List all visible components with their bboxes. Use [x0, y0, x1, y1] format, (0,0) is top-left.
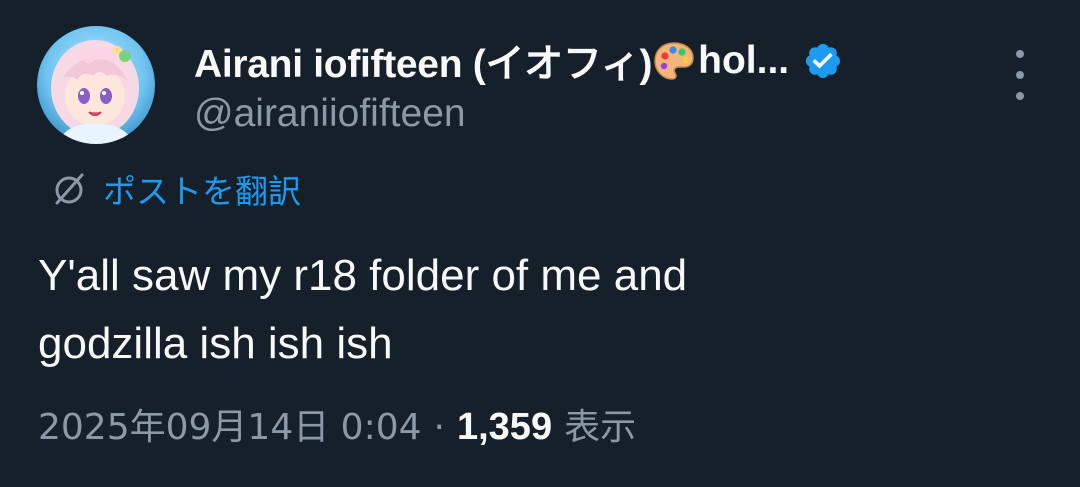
more-vertical-icon-dot	[1016, 92, 1024, 100]
artist-palette-icon	[652, 39, 696, 83]
translate-post-link[interactable]: ポストを翻訳	[49, 165, 301, 213]
post-text-line: godzilla ish ish ish	[38, 319, 393, 368]
avatar-image	[37, 26, 155, 144]
post-timestamp[interactable]: 2025年09月14日 0:04	[38, 398, 422, 450]
tweet-card: Airani iofifteen (イオフィ) hol... @airaniio…	[0, 0, 1080, 487]
profile-avatar[interactable]	[37, 26, 155, 144]
name-row: Airani iofifteen (イオフィ) hol...	[194, 34, 954, 88]
post-text: Y'all saw my r18 folder of me and godzil…	[38, 242, 1048, 378]
display-name-tail[interactable]: hol...	[698, 39, 789, 83]
post-meta: 2025年09月14日 0:04 · 1,359 表示	[38, 398, 636, 450]
translate-globe-icon	[49, 169, 89, 209]
display-name[interactable]: Airani iofifteen (イオフィ)	[194, 33, 652, 89]
post-text-line: Y'all saw my r18 folder of me and	[38, 251, 688, 300]
meta-separator: ·	[433, 407, 445, 448]
views-label: 表示	[564, 407, 637, 448]
translate-post-label: ポストを翻訳	[103, 172, 301, 211]
view-count[interactable]: 1,359	[457, 406, 552, 449]
tweet-header: Airani iofifteen (イオフィ) hol... @airaniio…	[194, 34, 954, 136]
more-options-button[interactable]	[1000, 50, 1040, 100]
more-vertical-icon	[1016, 50, 1024, 58]
verified-badge-icon	[803, 41, 843, 81]
user-handle[interactable]: @airaniiofifteen	[194, 92, 954, 136]
more-vertical-icon-dot	[1016, 71, 1024, 79]
